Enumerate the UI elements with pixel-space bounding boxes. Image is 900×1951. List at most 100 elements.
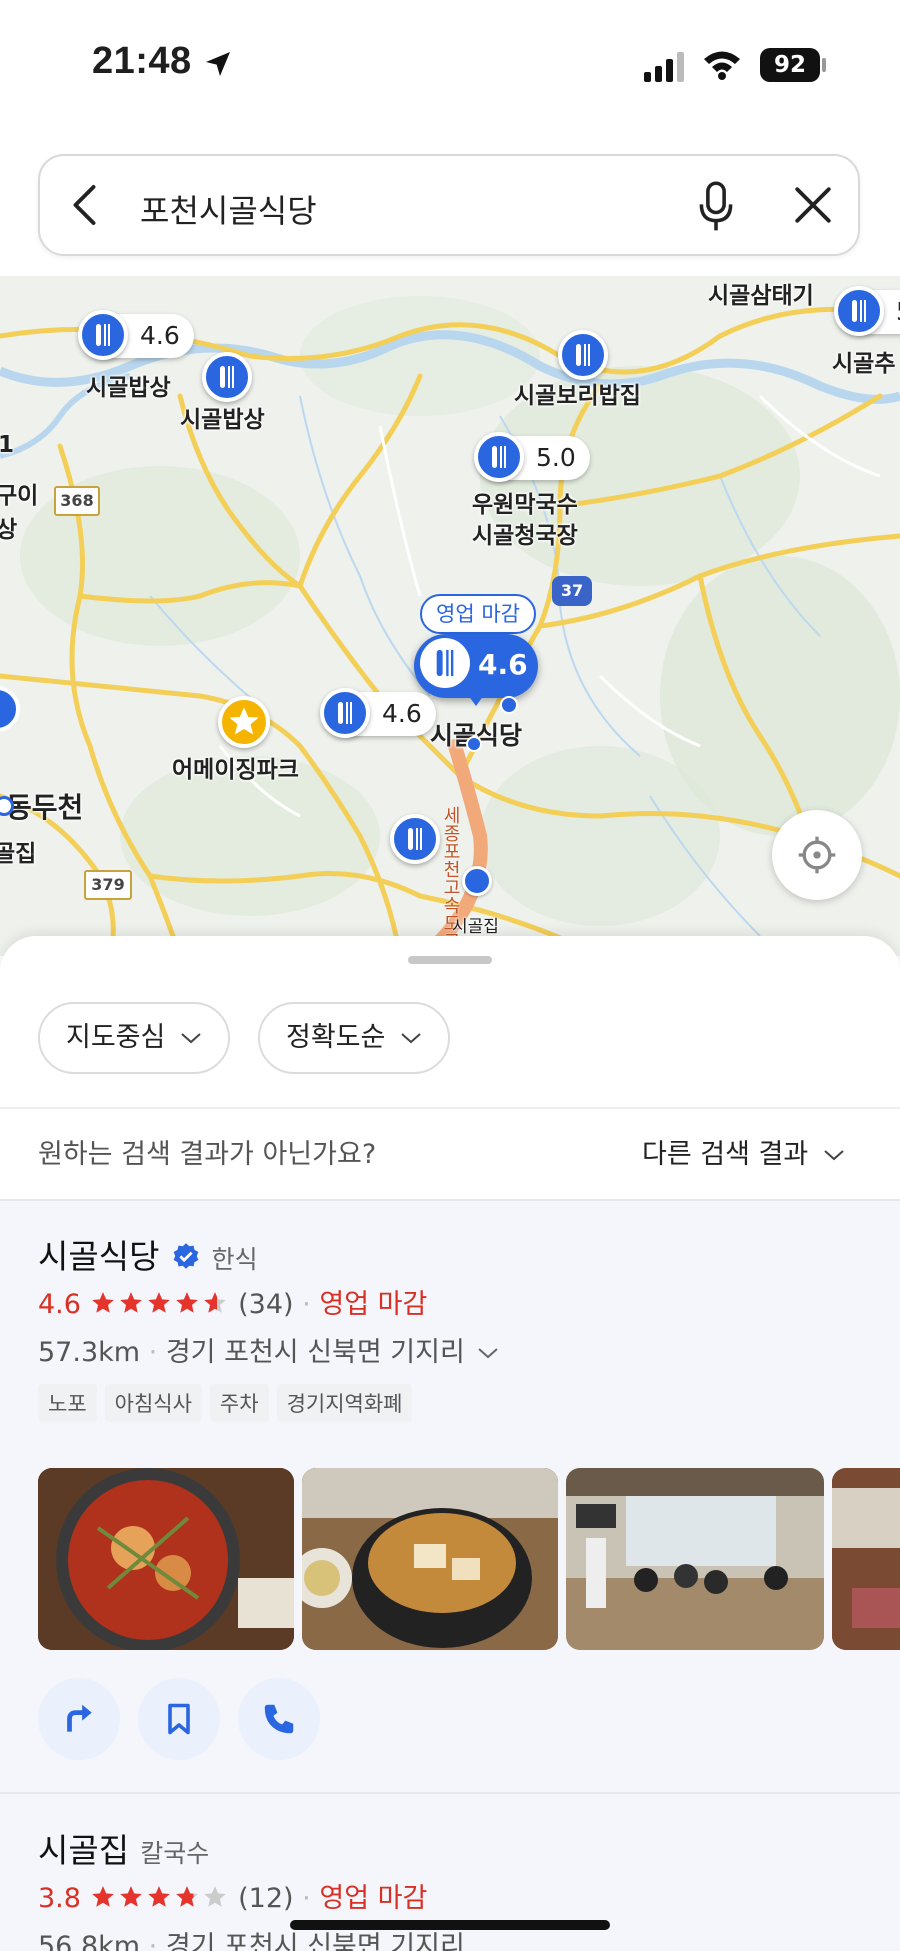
status-time: 21:48 [92, 40, 192, 82]
map-pin-pointer [466, 692, 486, 706]
road-shield-37: 37 [552, 576, 592, 606]
battery-cap [822, 58, 826, 72]
result-name[interactable]: 시골집 [38, 1831, 129, 1870]
map-pin-sigolbapsang-1[interactable]: 4.6 [78, 310, 194, 360]
star-icon [175, 1886, 198, 1907]
not-found-question: 원하는 검색 결과가 아닌가요? [38, 1139, 377, 1170]
map-label-sigoljip: 시골집 [452, 917, 499, 937]
map-pin-sigolbapsang-2[interactable] [202, 352, 252, 402]
result-category: 칼국수 [140, 1839, 210, 1868]
result-review-count: (12) [238, 1883, 294, 1914]
result-photo-interior[interactable] [566, 1468, 824, 1650]
result-rating: 4.6 [38, 1289, 81, 1320]
divider [0, 1107, 900, 1109]
star-icon [203, 1886, 226, 1907]
result-rating-row: 4.6 (34) · 영업 마감 [38, 1282, 427, 1321]
restaurant-pin-icon [834, 286, 884, 336]
map-view[interactable]: 368 379 37 세종포천고속도로 골집 구이 상 1 동두천 4.6 시골… [0, 276, 900, 956]
result-title-row: 시골식당 한식 [38, 1230, 258, 1278]
verified-icon [173, 1243, 198, 1269]
signal-icon [644, 52, 684, 82]
wifi-icon [704, 51, 740, 80]
star-icon [91, 1292, 114, 1313]
map-pin-rating: 4.6 [140, 321, 180, 350]
separator-dot: · [302, 1883, 311, 1914]
map-label-wonmakguksu: 우원막국수 시골청국장 [472, 492, 578, 549]
map-pin-restaurant-lower[interactable] [390, 814, 440, 864]
separator-dot: · [302, 1289, 311, 1320]
map-pin-rating: 5.0 [536, 443, 576, 472]
result-category: 한식 [211, 1245, 258, 1274]
result-distance: 57.3km [38, 1337, 141, 1368]
other-results-label: 다른 검색 결과 [642, 1139, 809, 1170]
map-pin-selected-sigolsikdang[interactable]: 4.6 [414, 634, 538, 698]
map-label-amazingpark: 어메이징파크 [172, 757, 299, 783]
area-label-1: 1 [0, 432, 15, 458]
battery-icon: 92 [760, 48, 820, 82]
result-status: 영업 마감 [319, 1883, 428, 1914]
result-tag: 노포 [38, 1384, 97, 1422]
area-label-gol: 골집 [0, 841, 37, 867]
result-title-row: 시골집 칼국수 [38, 1824, 209, 1872]
restaurant-pin-icon [474, 432, 524, 482]
result-address-row[interactable]: 57.3km · 경기 포천시 신북면 기지리 [38, 1330, 499, 1369]
battery-level: 92 [773, 52, 806, 78]
result-tags: 노포 아침식사 주차 경기지역화폐 [38, 1384, 420, 1422]
star-icon [203, 1292, 226, 1313]
map-pin-sigolchu[interactable]: 5 [834, 286, 900, 336]
search-bar[interactable]: 포천시골식당 [38, 154, 860, 256]
directions-icon [67, 1704, 92, 1732]
results-sheet[interactable]: 지도중심 정확도순 원하는 검색 결과가 아닌가요? 다른 검색 결과 시골식당… [0, 936, 900, 1951]
locate-button[interactable] [772, 810, 862, 900]
map-pin-wonmakguksu[interactable]: 5.0 [474, 432, 590, 482]
sheet-handle[interactable] [408, 956, 492, 964]
result-tag: 경기지역화폐 [276, 1384, 413, 1422]
map-pin-badge-closed: 영업 마감 [420, 594, 536, 634]
area-label-sang: 상 [0, 517, 18, 543]
separator-dot: · [148, 1337, 158, 1368]
result-tag: 주차 [209, 1384, 269, 1422]
other-results-button[interactable]: 다른 검색 결과 [642, 1132, 845, 1171]
star-pin-icon[interactable] [218, 696, 270, 748]
home-indicator [290, 1920, 610, 1930]
map-pin-unnamed-46[interactable]: 4.6 [320, 688, 436, 738]
directions-button[interactable] [38, 1678, 120, 1760]
result-distance: 56.8km [38, 1931, 141, 1951]
star-icon [147, 1886, 170, 1907]
map-label-sigolboribapjip: 시골보리밥집 [514, 383, 641, 409]
result-rating-row: 3.8 (12) · 영업 마감 [38, 1876, 427, 1915]
result-review-count: (34) [238, 1289, 294, 1320]
save-button[interactable] [138, 1678, 220, 1760]
map-dot [466, 736, 482, 752]
back-icon[interactable] [68, 182, 104, 228]
area-label-gui: 구이 [0, 483, 39, 509]
restaurant-pin-icon [320, 688, 370, 738]
search-input[interactable]: 포천시골식당 [140, 186, 317, 232]
result-status: 영업 마감 [319, 1289, 428, 1320]
star-icon [147, 1292, 170, 1313]
close-icon[interactable] [792, 184, 834, 226]
result-name[interactable]: 시골식당 [38, 1237, 159, 1276]
filter-chip-sort[interactable]: 정확도순 [258, 1002, 450, 1074]
call-button[interactable] [238, 1678, 320, 1760]
status-bar: 21:48 92 [0, 0, 900, 130]
mic-icon[interactable] [696, 180, 736, 232]
result-photo-partial[interactable] [832, 1468, 900, 1650]
star-icon [175, 1292, 198, 1313]
phone-icon [264, 1704, 294, 1734]
map-pin-rating: 5 [896, 297, 900, 326]
result-tag: 아침식사 [104, 1384, 202, 1422]
result-photo-tofu-stew[interactable] [302, 1468, 558, 1650]
map-label-sigolbapsang-2: 시골밥상 [180, 407, 265, 433]
restaurant-pin-icon [78, 310, 128, 360]
map-pin-rating: 4.6 [382, 699, 422, 728]
filter-chip-label: 지도중심 [66, 1022, 166, 1053]
map-pin-small-sigoljip[interactable] [462, 866, 492, 896]
rating-stars [90, 1883, 230, 1914]
filter-chip-map-center[interactable]: 지도중심 [38, 1002, 230, 1074]
result-photo-stew[interactable] [38, 1468, 294, 1650]
map-pin-sigolboribapjip[interactable] [558, 330, 608, 380]
result-address: 경기 포천시 신북면 기지리 [165, 1337, 465, 1368]
map-label-sigolsamtaegi: 시골삼태기 [708, 283, 814, 309]
map-label-sigolbapsang-1: 시골밥상 [86, 375, 171, 401]
